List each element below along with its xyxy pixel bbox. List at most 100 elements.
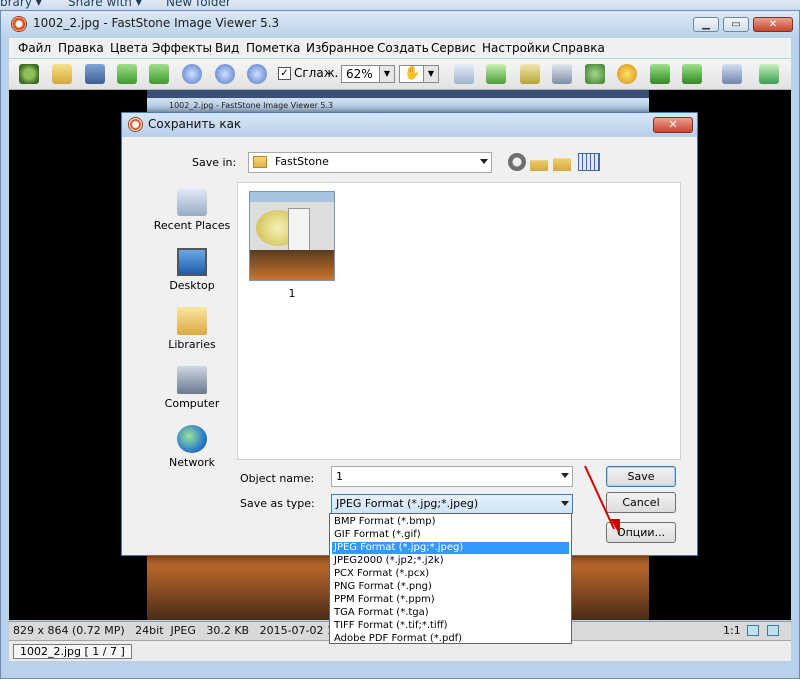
- thumb-bottom: [250, 250, 334, 280]
- type-option-jpeg2000[interactable]: JPEG2000 (*.jp2;*.j2k): [332, 555, 569, 567]
- rotate-left-icon[interactable]: [650, 64, 670, 84]
- window-title: 1002_2.jpg - FastStone Image Viewer 5.3: [33, 16, 280, 30]
- menu-favorites[interactable]: Избранное: [306, 41, 374, 55]
- library-menu[interactable]: brary ▾: [0, 0, 42, 9]
- fit-screen-icon[interactable]: [767, 625, 779, 636]
- menu-help[interactable]: Справка: [552, 41, 605, 55]
- recent-places-icon: [177, 188, 207, 216]
- zoom-out-icon[interactable]: [215, 64, 235, 84]
- type-option-pdf[interactable]: Adobe PDF Format (*.pdf): [332, 633, 569, 645]
- chevron-down-icon: [480, 159, 488, 164]
- object-name-label: Object name:: [240, 472, 315, 485]
- chevron-down-icon: [561, 473, 569, 478]
- object-name-value: 1: [336, 470, 343, 483]
- place-label: Recent Places: [153, 219, 231, 232]
- menu-view[interactable]: Вид: [215, 41, 239, 55]
- chevron-down-icon: [561, 501, 569, 506]
- fit-window-icon[interactable]: [747, 625, 759, 636]
- place-desktop[interactable]: Desktop: [142, 248, 242, 292]
- sun-icon[interactable]: [617, 64, 637, 84]
- back-icon[interactable]: [508, 153, 526, 171]
- dialog-close-button[interactable]: ✕: [653, 117, 693, 133]
- explorer-strip: brary ▾ Share with ▾ New folder: [0, 0, 800, 10]
- slideshow-icon[interactable]: [722, 64, 742, 84]
- menu-settings[interactable]: Настройки: [482, 41, 550, 55]
- folder-icon: [253, 156, 267, 168]
- up-folder-icon[interactable]: [530, 160, 548, 171]
- menu-bar: Файл Правка Цвета Эффекты Вид Пометка Из…: [9, 38, 791, 58]
- open-folder-icon[interactable]: [52, 64, 72, 84]
- save-in-select[interactable]: FastStone: [248, 152, 492, 173]
- filmstrip-icon[interactable]: [454, 64, 474, 84]
- app-icon: [11, 16, 27, 32]
- prev-image-icon[interactable]: [117, 64, 137, 84]
- resize-icon[interactable]: [486, 64, 506, 84]
- type-option-gif[interactable]: GIF Format (*.gif): [332, 529, 569, 541]
- menu-edit[interactable]: Правка: [58, 41, 104, 55]
- save-in-value: FastStone: [275, 155, 329, 168]
- chevron-down-icon: ▼: [379, 66, 394, 82]
- place-computer[interactable]: Computer: [142, 366, 242, 410]
- menu-colors[interactable]: Цвета: [110, 41, 148, 55]
- toolbar: ✓ Сглаж. 62% ▼ ✋ ▼: [9, 59, 791, 90]
- place-libraries[interactable]: Libraries: [142, 307, 242, 351]
- place-label: Libraries: [168, 338, 216, 351]
- color-adjust-icon[interactable]: [552, 64, 572, 84]
- save-as-type-select[interactable]: JPEG Format (*.jpg;*.jpeg): [331, 494, 573, 514]
- crop-icon[interactable]: [520, 64, 540, 84]
- view-menu-icon[interactable]: [578, 153, 600, 171]
- object-name-input[interactable]: 1: [331, 466, 573, 487]
- desktop-icon: [177, 248, 207, 276]
- zoom-value: 62%: [346, 67, 373, 81]
- computer-icon: [177, 366, 207, 394]
- type-option-pcx[interactable]: PCX Format (*.pcx): [332, 568, 569, 580]
- app-icon: [128, 117, 143, 132]
- save-as-type-list: BMP Format (*.bmp) GIF Format (*.gif) JP…: [329, 513, 572, 644]
- file-thumbnail[interactable]: [249, 191, 335, 281]
- rotate-right-icon[interactable]: [682, 64, 702, 84]
- menu-tag[interactable]: Пометка: [246, 41, 300, 55]
- menu-create[interactable]: Создать: [377, 41, 429, 55]
- save-as-type-label: Save as type:: [240, 497, 315, 510]
- new-folder-icon[interactable]: [553, 158, 571, 171]
- user-icon[interactable]: [585, 64, 605, 84]
- type-option-ppm[interactable]: PPM Format (*.ppm): [332, 594, 569, 606]
- type-option-bmp[interactable]: BMP Format (*.bmp): [332, 516, 569, 528]
- save-in-label: Save in:: [192, 156, 237, 169]
- place-network[interactable]: Network: [142, 425, 242, 469]
- thumb-titlebar: [250, 192, 334, 202]
- file-position: 1002_2.jpg [ 1 / 7 ]: [13, 644, 132, 659]
- annotation-arrow-icon: [584, 465, 620, 535]
- menu-effects[interactable]: Эффекты: [152, 41, 212, 55]
- dialog-title: Сохранить как: [148, 117, 242, 131]
- type-option-tiff[interactable]: TIFF Format (*.tif;*.tiff): [332, 620, 569, 632]
- minimize-button[interactable]: ▁: [693, 17, 719, 32]
- dialog-title-bar[interactable]: Сохранить как ✕: [122, 113, 697, 137]
- save-icon[interactable]: [85, 64, 105, 84]
- zoom-ratio[interactable]: 1:1: [723, 624, 741, 637]
- zoom-in-icon[interactable]: [182, 64, 202, 84]
- next-image-icon[interactable]: [149, 64, 169, 84]
- thumbnail-caption: 1: [288, 287, 296, 300]
- place-label: Computer: [164, 397, 220, 410]
- type-option-png[interactable]: PNG Format (*.png): [332, 581, 569, 593]
- maximize-button[interactable]: ▭: [723, 17, 749, 32]
- menu-file[interactable]: Файл: [18, 41, 51, 55]
- close-button[interactable]: ✕: [753, 17, 793, 32]
- fullscreen-icon[interactable]: [759, 64, 779, 84]
- pan-tool-select[interactable]: ✋ ▼: [399, 65, 439, 83]
- smooth-checkbox[interactable]: ✓: [278, 67, 291, 80]
- new-folder-button[interactable]: New folder: [166, 0, 231, 9]
- share-with-menu[interactable]: Share with ▾: [68, 0, 142, 9]
- type-option-jpeg[interactable]: JPEG Format (*.jpg;*.jpeg): [332, 542, 569, 554]
- type-option-tga[interactable]: TGA Format (*.tga): [332, 607, 569, 619]
- actual-size-icon[interactable]: [247, 64, 267, 84]
- place-recent[interactable]: Recent Places: [142, 188, 242, 232]
- camera-icon[interactable]: [19, 64, 39, 84]
- smooth-label: Сглаж.: [294, 66, 339, 80]
- zoom-select[interactable]: 62% ▼: [341, 65, 395, 83]
- menu-tools[interactable]: Сервис: [431, 41, 476, 55]
- file-list[interactable]: 1: [237, 182, 681, 460]
- title-bar[interactable]: 1002_2.jpg - FastStone Image Viewer 5.3 …: [1, 11, 799, 37]
- places-bar: Recent Places Desktop Libraries Computer…: [142, 182, 242, 472]
